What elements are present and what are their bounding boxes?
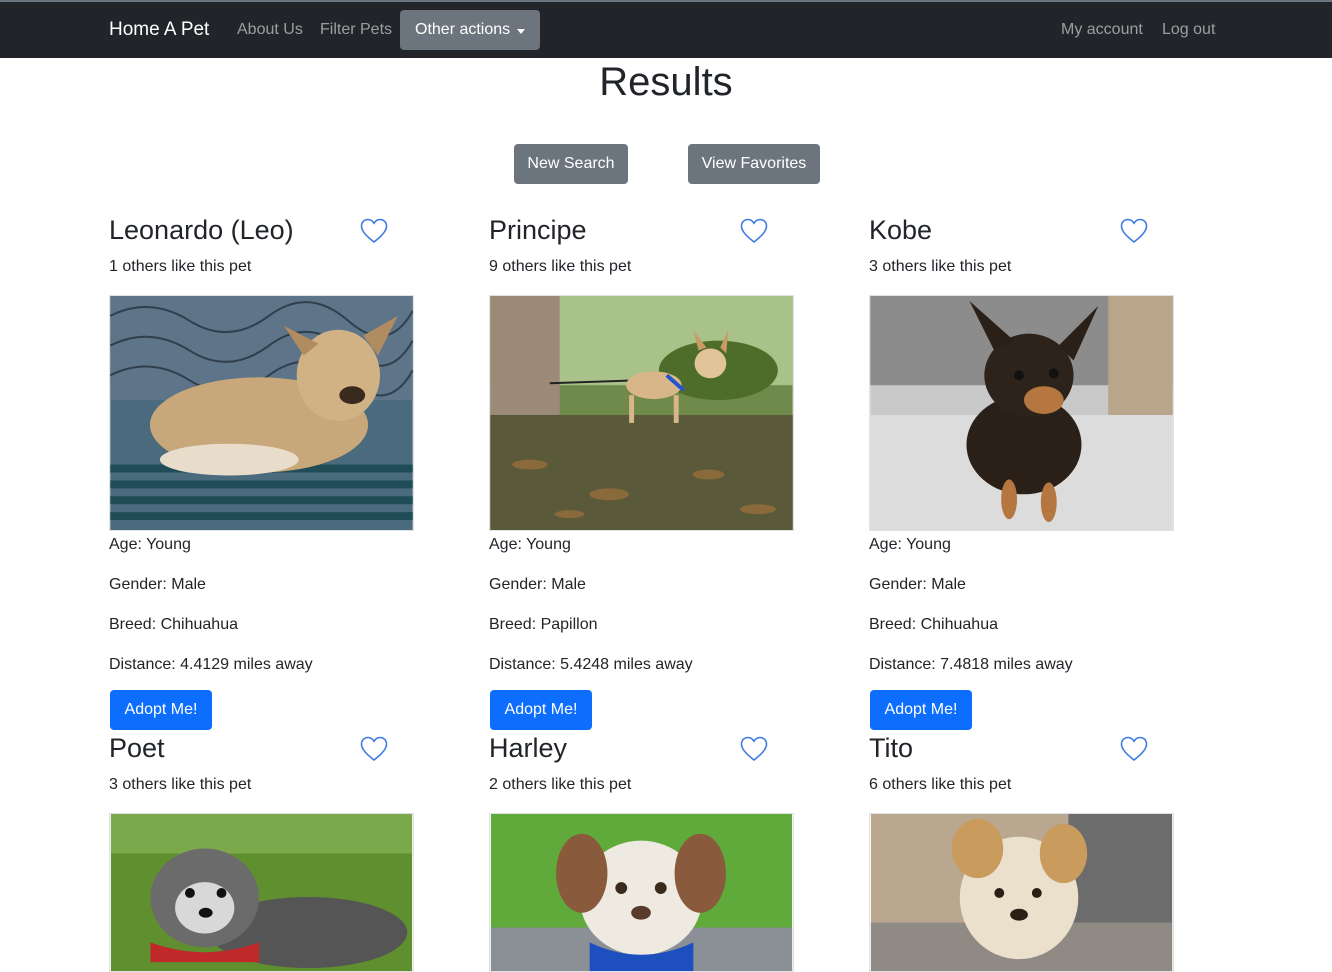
pet-age: Age: Young [489,536,571,553]
likes-count: 2 others like this pet [489,776,632,793]
pet-name: Leonardo (Leo) [109,215,294,245]
pet-gender: Gender: Male [489,576,586,593]
pet-name: Principe [489,215,587,245]
pet-distance: Distance: 7.4818 miles away [869,656,1073,673]
pet-photo [869,813,1174,972]
likes-count: 3 others like this pet [869,258,1012,275]
pet-breed: Breed: Chihuahua [109,616,238,633]
pet-photo [869,295,1174,531]
pet-photo [109,813,414,972]
nav-link-my-account[interactable]: My account [1061,21,1143,39]
pet-photo [489,813,794,972]
view-favorites-button[interactable]: View Favorites [688,144,820,184]
heart-outline-icon[interactable] [360,218,388,244]
page-title: Results [599,60,733,104]
new-search-button[interactable]: New Search [514,144,628,184]
pet-distance: Distance: 4.4129 miles away [109,656,313,673]
pet-age: Age: Young [109,536,191,553]
heart-outline-icon[interactable] [360,736,388,762]
brand-link[interactable]: Home A Pet [109,19,209,41]
pet-age: Age: Young [869,536,951,553]
adopt-button[interactable]: Adopt Me! [110,690,212,730]
nav-link-filter-pets[interactable]: Filter Pets [320,21,392,39]
navbar: Home A Pet About Us Filter Pets Other ac… [0,0,1332,58]
heart-outline-icon[interactable] [740,218,768,244]
pet-breed: Breed: Papillon [489,616,598,633]
pet-name: Tito [869,733,914,763]
heart-outline-icon[interactable] [1120,218,1148,244]
likes-count: 6 others like this pet [869,776,1012,793]
pet-breed: Breed: Chihuahua [869,616,998,633]
likes-count: 1 others like this pet [109,258,252,275]
caret-down-icon [517,29,525,34]
other-actions-label: Other actions [415,21,511,38]
pet-name: Poet [109,733,165,763]
adopt-button[interactable]: Adopt Me! [870,690,972,730]
heart-outline-icon[interactable] [740,736,768,762]
pet-distance: Distance: 5.4248 miles away [489,656,693,673]
likes-count: 9 others like this pet [489,258,632,275]
pet-gender: Gender: Male [109,576,206,593]
pet-name: Harley [489,733,568,763]
nav-link-about-us[interactable]: About Us [237,21,303,39]
pet-photo [109,295,414,531]
heart-outline-icon[interactable] [1120,736,1148,762]
pet-photo [489,295,794,531]
other-actions-dropdown[interactable]: Other actions [400,10,540,50]
pet-gender: Gender: Male [869,576,966,593]
nav-link-log-out[interactable]: Log out [1162,21,1215,39]
likes-count: 3 others like this pet [109,776,252,793]
pet-name: Kobe [869,215,933,245]
adopt-button[interactable]: Adopt Me! [490,690,592,730]
